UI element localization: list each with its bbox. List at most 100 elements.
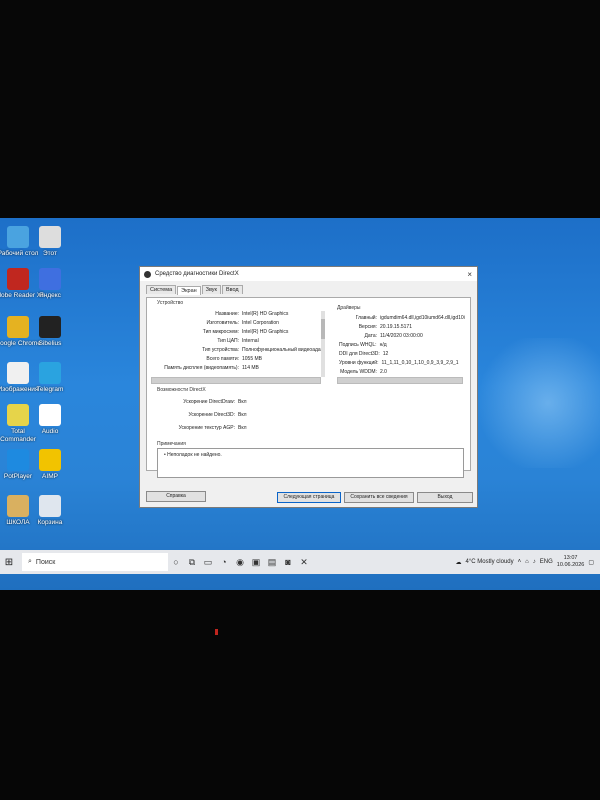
device-info-row: Название: Intel(R) HD Graphics [151,311,288,317]
device-group-title: Устройство [157,300,184,306]
device-info-key: Тип ЦАП: [217,338,239,344]
desktop-icon[interactable]: Telegram [25,362,75,394]
app-icon [39,316,61,338]
driver-info-row: Дата: 11/4/2020 03:00:00 [339,333,423,339]
desktop-icon-label: AIMP [42,473,58,480]
media-icon[interactable]: ◙ [280,557,296,567]
task-view-icon[interactable]: ○ [168,557,184,567]
driver-info-key: Уровни функций: [339,360,379,366]
app-icon [39,362,61,384]
search-icon: ⌕ [28,558,32,565]
driver-info-row: DDI для Direct3D: 12 [339,351,388,357]
tab-strip: Система Экран Звук Ввод [140,281,477,295]
driver-info-key: Главный: [355,315,377,321]
driver-info-row: Главный: igdumdim64.dll,igd10iumd64.dll,i… [339,315,465,321]
app-icon [39,268,61,290]
display-tab-panel: Устройство Драйверы Название: Intel(R) HD… [146,297,471,478]
notes-title: Примечания [157,441,186,447]
dxdiag-icon [144,270,151,278]
chrome-icon[interactable]: ◉ [232,557,248,568]
app-icon [39,226,61,248]
device-info-value: Intel(R) HD Graphics [242,311,289,317]
tab-sound[interactable]: Звук [201,285,221,294]
tab-display[interactable]: Экран [177,286,201,295]
device-hscrollbar[interactable] [151,377,321,384]
directx-features-title: Возможности DirectX [157,387,206,393]
monitor-bezel-bottom [0,590,600,800]
clock[interactable]: 13:07 10.06.2026 [557,555,585,569]
driver-info-value: igdumdim64.dll,igd10iumd64.dll,igd10i [380,315,465,321]
directx-feature-row: Ускорение Direct3D: Вкл [161,412,247,418]
feature-value: Вкл [238,425,247,431]
device-info-value: Intel(R) HD Graphics [242,329,289,335]
desktop-icon[interactable]: Sibelius [25,316,75,348]
driver-info-row: Уровни функций: 11_1,11_0,10_1,10_0,9_3,9… [339,360,459,366]
directx-feature-row: Ускорение текстур AGP: Вкл [161,425,247,431]
driver-info-key: Дата: [364,333,377,339]
clapperboard-icon[interactable]: ▤ [264,557,280,568]
desktop-icon-label: Этот [42,250,58,257]
tab-system[interactable]: Система [146,285,177,294]
weather-text[interactable]: 4°C Mostly cloudy [466,559,514,565]
device-info-key: Тип устройства: [202,347,239,353]
language-indicator[interactable]: ENG [540,559,553,565]
dxdiag-task-icon[interactable]: ✕ [296,557,312,568]
exit-button[interactable]: Выход [417,492,473,503]
drivers-group-title: Драйверы [337,305,361,311]
device-info-key: Память дисплея (видеопамять): [164,365,239,371]
feature-value: Вкл [238,412,247,418]
device-scrollbar[interactable] [321,311,325,377]
device-info-row: Изготовитель: Intel Corporation [151,320,279,326]
title-bar[interactable]: Средство диагностики DirectX × [140,267,477,281]
driver-info-value: 12 [382,351,389,357]
power-led [215,629,218,635]
search-placeholder: Поиск [35,558,56,566]
device-info-value: Intel Corporation [242,320,279,326]
notifications-icon[interactable]: ▢ [588,559,594,566]
volume-icon[interactable]: ♪ [533,559,536,565]
device-info-value: Полнофункциональный видеоадап [242,347,324,353]
tray-arrow-icon[interactable]: ˄ [518,559,522,565]
device-info-row: Тип ЦАП: Internal [151,338,258,344]
dxdiag-window: Средство диагностики DirectX × Система Э… [139,266,478,508]
driver-info-value: 11_1,11_0,10_1,10_0,9_3,9_2,9_1 [381,360,459,366]
file-explorer-icon[interactable]: ▭ [200,557,216,568]
widgets-icon[interactable]: ⧉ [184,557,200,568]
save-all-info-button[interactable]: Сохранить все сведения [344,492,414,503]
windows-start-icon[interactable]: ⊞ [0,557,18,568]
system-tray: ☁ 4°C Mostly cloudy ˄ ⌂ ♪ ENG 13:07 10.0… [456,555,600,569]
note-bullet-icon: • [164,452,166,458]
device-info-key: Изготовитель: [206,320,240,326]
store-icon[interactable]: ▣ [248,557,264,568]
notes-box: • Неполадок не найдено. [157,448,464,478]
app-icon [39,449,61,471]
device-info-value: 1055 MB [242,356,263,362]
app-icon [39,495,61,517]
weather-icon[interactable]: ☁ [456,559,462,566]
driver-info-key: Версия: [358,324,377,330]
next-page-button[interactable]: Следующая страница [277,492,341,503]
device-info-row: Тип устройства: Полнофункциональный видео… [151,347,323,353]
wallpaper-glow [470,338,600,468]
desktop-icon[interactable]: AIMP [25,449,75,481]
taskbar-search[interactable]: ⌕ Поиск [22,553,168,571]
tab-input[interactable]: Ввод [221,285,243,294]
network-icon[interactable]: ⌂ [525,559,529,565]
monitor-bezel-top [0,0,600,218]
desktop-icon-label: Яндекс [39,292,61,299]
help-button[interactable]: Справка [146,491,206,502]
driver-info-row: Версия: 20.19.15.5171 [339,324,412,330]
edge-icon[interactable]: ◔ [216,557,232,567]
desktop-icon[interactable]: Этот [25,226,75,258]
driver-hscrollbar[interactable] [337,377,463,384]
close-icon[interactable]: × [467,270,472,279]
window-title: Средство диагностики DirectX [155,271,239,277]
driver-info-value: 11/4/2020 03:00:00 [380,333,423,339]
desktop-icon[interactable]: Яндекс [25,268,75,300]
clock-date: 10.06.2026 [556,562,585,568]
desktop-icon[interactable]: Корзина [25,495,75,527]
desktop-icon[interactable]: Audio [25,404,75,436]
driver-info-value: н/д [379,342,387,348]
scroll-thumb[interactable] [321,319,325,339]
clock-time: 13:07 [563,555,578,561]
